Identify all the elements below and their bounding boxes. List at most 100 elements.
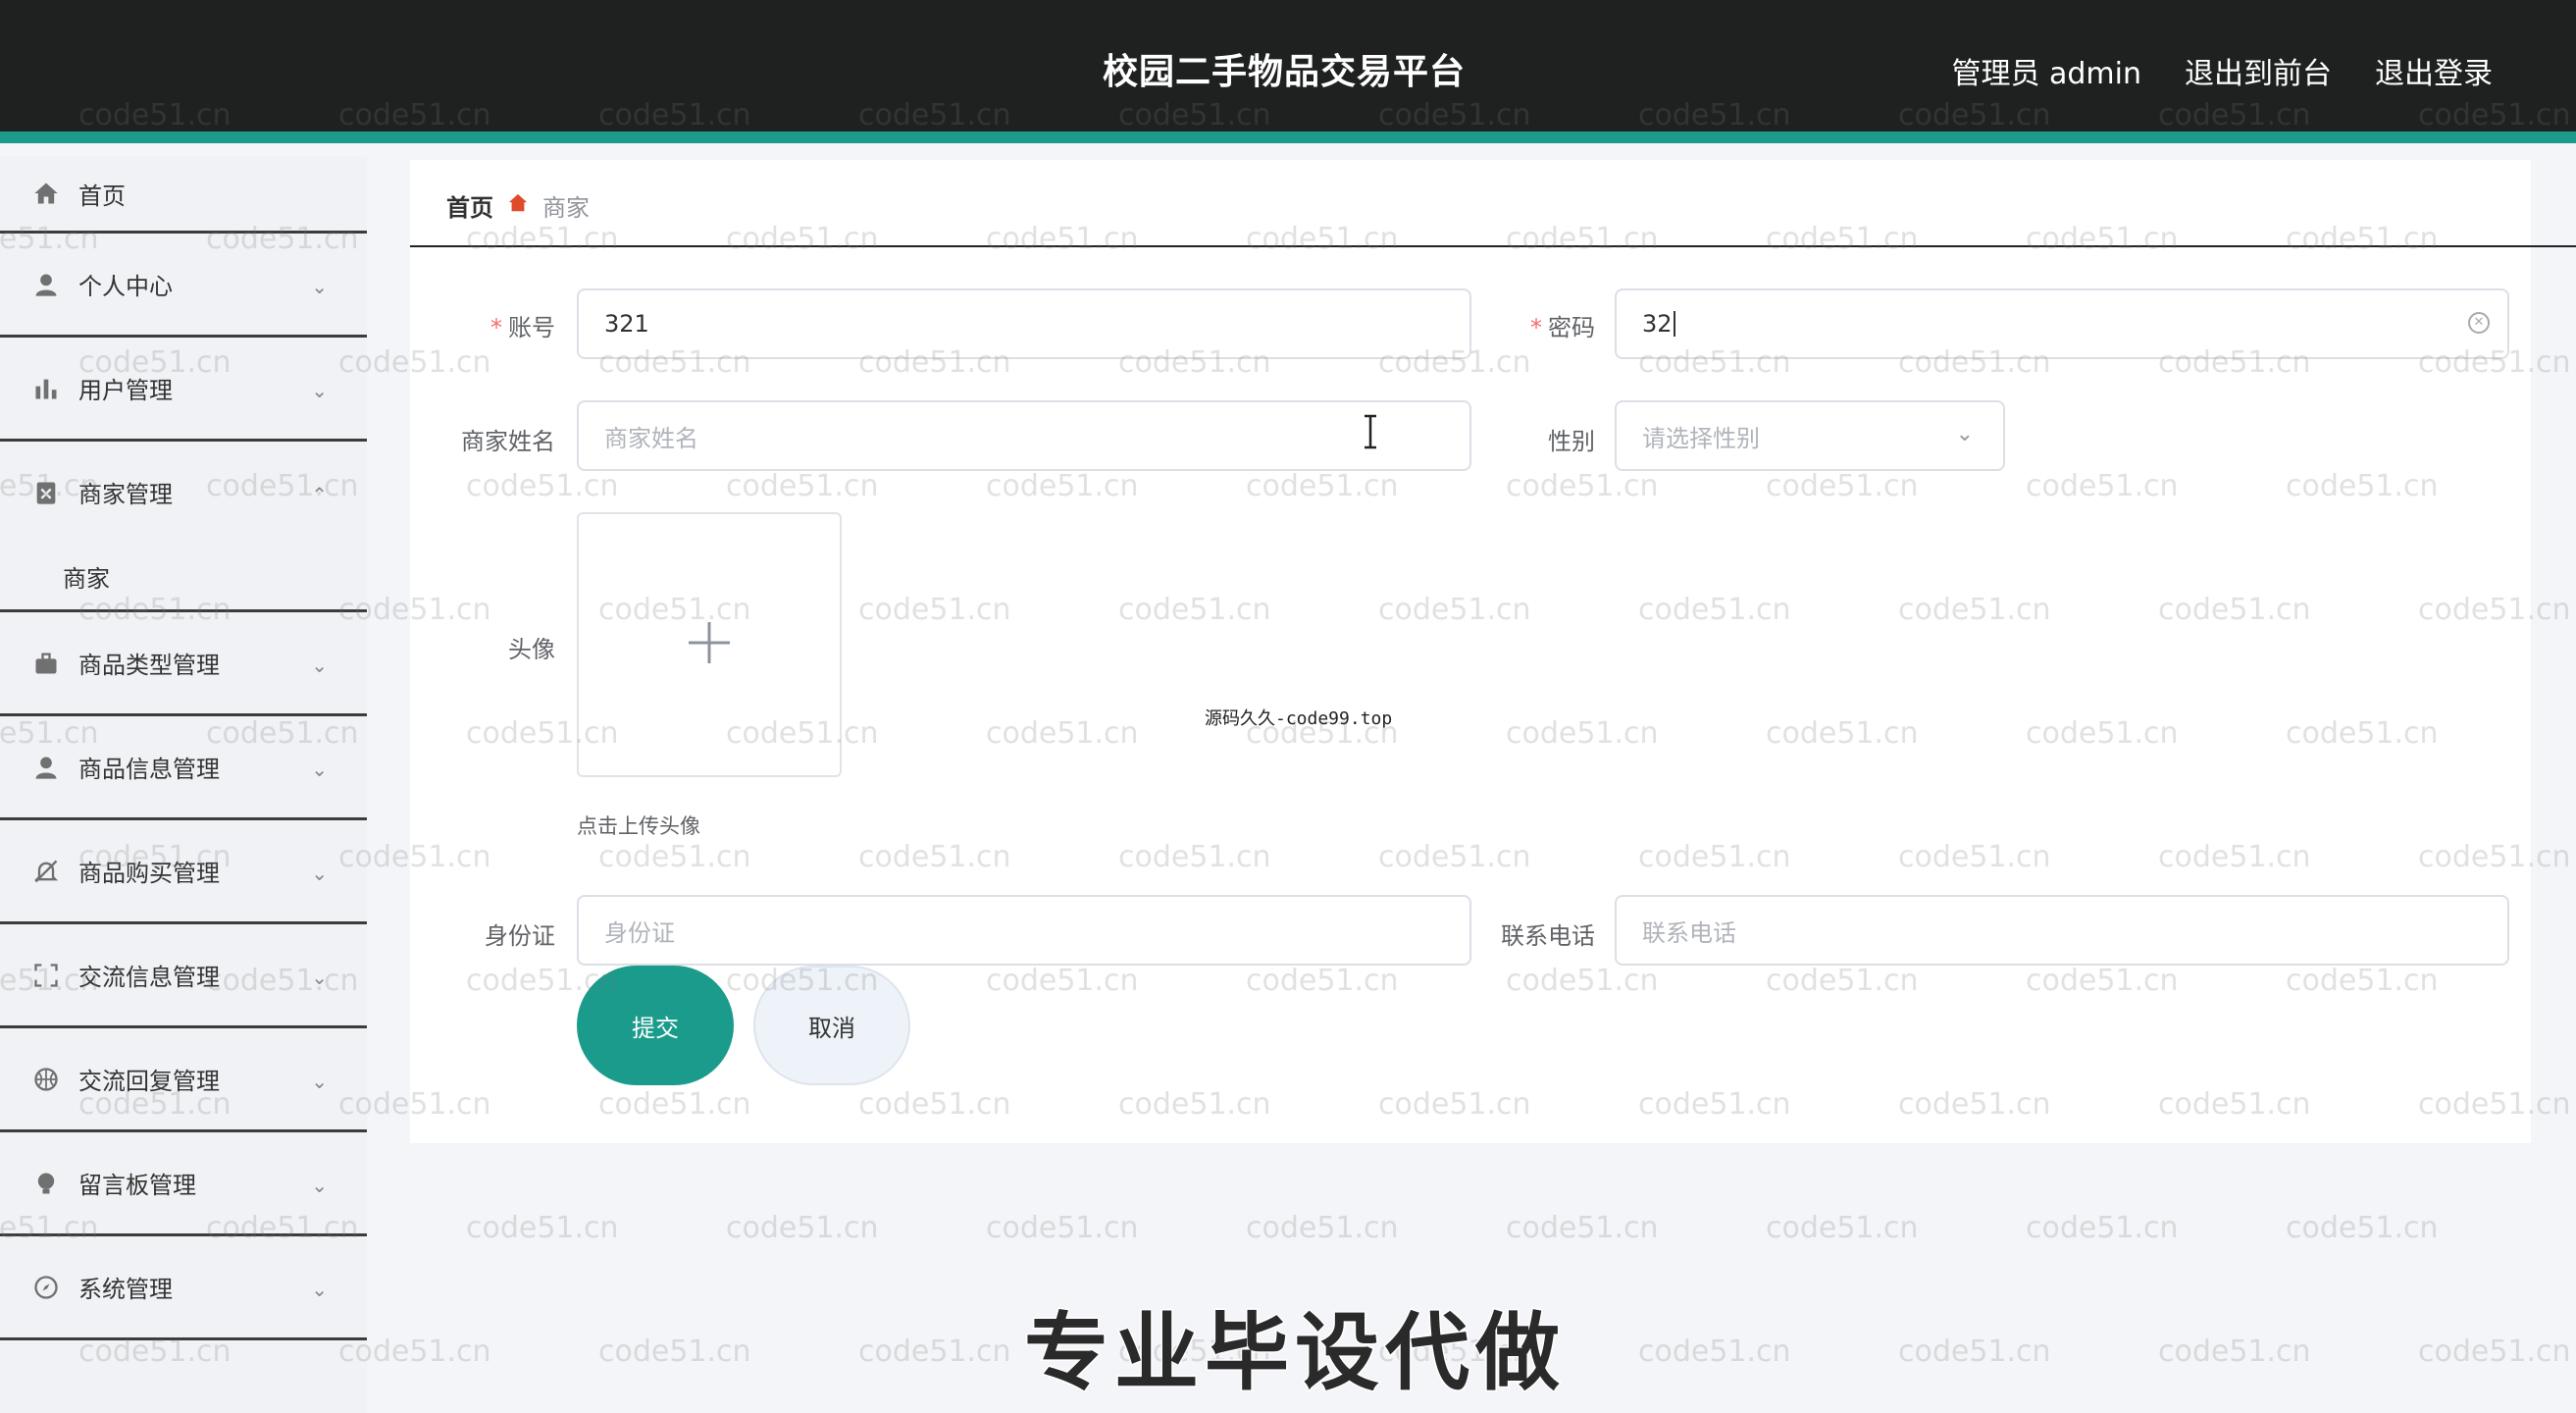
phone-label: 联系电话 bbox=[1501, 922, 1595, 950]
chevron-down-icon: ⌄ bbox=[311, 275, 328, 298]
fullscreen-icon bbox=[31, 961, 61, 990]
sidebar-item-label: 首页 bbox=[78, 182, 126, 210]
account-field[interactable]: 321 bbox=[577, 288, 1471, 359]
password-label: * 密码 bbox=[1530, 314, 1595, 341]
account-value: 321 bbox=[604, 310, 649, 338]
sidebar-item-system-management[interactable]: 系统管理 ⌄ bbox=[0, 1236, 367, 1340]
sidebar-item-label: 留言板管理 bbox=[78, 1172, 196, 1199]
sidebar-item-personal-center[interactable]: 个人中心 ⌄ bbox=[0, 234, 367, 338]
id-card-field[interactable]: 身份证 bbox=[577, 895, 1471, 966]
briefcase-icon bbox=[31, 649, 61, 678]
gender-select[interactable]: 请选择性别 ⌄ bbox=[1615, 400, 2005, 471]
watermark-text: code51.cn bbox=[1506, 1211, 1659, 1245]
watermark-text: code51.cn bbox=[2158, 1334, 2311, 1369]
chevron-down-icon: ⌄ bbox=[311, 1174, 328, 1197]
app-title: 校园二手物品交易平台 bbox=[1103, 52, 1467, 92]
id-card-placeholder: 身份证 bbox=[604, 918, 675, 947]
chevron-down-icon: ⌄ bbox=[311, 379, 328, 402]
house-icon bbox=[507, 192, 529, 220]
chevron-down-icon: ⌄ bbox=[311, 1070, 328, 1093]
sidebar-item-product-type-management[interactable]: 商品类型管理 ⌄ bbox=[0, 612, 367, 716]
sidebar-item-home[interactable]: 首页 bbox=[0, 156, 367, 234]
sidebar-item-label: 商品购买管理 bbox=[78, 860, 220, 887]
sidebar-item-label: 商家管理 bbox=[78, 481, 173, 508]
sidebar-item-label: 交流信息管理 bbox=[78, 964, 220, 991]
basketball-icon bbox=[31, 1065, 61, 1094]
gender-placeholder: 请选择性别 bbox=[1642, 424, 1760, 452]
watermark-text: code51.cn bbox=[858, 1334, 1011, 1369]
bulb-icon bbox=[31, 1169, 61, 1198]
exit-to-frontend-link[interactable]: 退出到前台 bbox=[2185, 49, 2332, 92]
bell-off-icon bbox=[31, 857, 61, 886]
logout-link[interactable]: 退出登录 bbox=[2375, 49, 2493, 92]
chevron-down-icon: ⌄ bbox=[311, 966, 328, 989]
text-cursor bbox=[1673, 311, 1675, 337]
merchant-name-label: 商家姓名 bbox=[461, 428, 555, 455]
compass-icon bbox=[31, 1273, 61, 1302]
phone-placeholder: 联系电话 bbox=[1642, 918, 1736, 947]
cancel-button[interactable]: 取消 bbox=[753, 966, 910, 1085]
submit-button[interactable]: 提交 bbox=[577, 966, 734, 1085]
sidebar-item-merchant-management[interactable]: 商家管理 ⌃ bbox=[0, 442, 367, 543]
top-bar: 校园二手物品交易平台 管理员 admin 退出到前台 退出登录 bbox=[0, 0, 2576, 143]
top-accent-bar bbox=[0, 131, 2576, 143]
sidebar-item-label: 用户管理 bbox=[78, 377, 173, 404]
user-icon bbox=[31, 753, 61, 782]
promo-banner: 专业毕设代做 bbox=[1023, 1303, 1566, 1404]
center-watermark: 源码久久-code99.top bbox=[1205, 708, 1393, 729]
breadcrumb-home[interactable]: 首页 bbox=[446, 188, 493, 223]
watermark-text: code51.cn bbox=[2026, 1211, 2179, 1245]
chevron-down-icon: ⌄ bbox=[311, 654, 328, 677]
phone-field[interactable]: 联系电话 bbox=[1615, 895, 2509, 966]
sidebar-item-label: 个人中心 bbox=[78, 273, 173, 300]
watermark-text: code51.cn bbox=[466, 1211, 619, 1245]
sidebar-item-user-management[interactable]: 用户管理 ⌄ bbox=[0, 338, 367, 442]
watermark-text: code51.cn bbox=[726, 1211, 879, 1245]
chevron-down-icon: ⌄ bbox=[1955, 422, 1974, 446]
watermark-text: code51.cn bbox=[1766, 1211, 1919, 1245]
admin-user-link[interactable]: 管理员 admin bbox=[1951, 49, 2141, 92]
plus-icon bbox=[687, 620, 732, 669]
sidebar-item-reply-management[interactable]: 交流回复管理 ⌄ bbox=[0, 1028, 367, 1132]
sidebar-item-label: 系统管理 bbox=[78, 1276, 173, 1303]
text-cursor-icon bbox=[1365, 414, 1376, 449]
password-value: 32 bbox=[1642, 310, 1673, 338]
watermark-text: code51.cn bbox=[2418, 1334, 2571, 1369]
merchant-name-field[interactable]: 商家姓名 bbox=[577, 400, 1471, 471]
clear-icon[interactable]: ✕ bbox=[2468, 312, 2490, 334]
watermark-text: code51.cn bbox=[986, 1211, 1139, 1245]
sidebar: 首页 个人中心 ⌄ 用户管理 ⌄ 商家管理 ⌃ 商家 商品类型管理 ⌄ 商品信息… bbox=[0, 156, 367, 1413]
sidebar-item-exchange-info-management[interactable]: 交流信息管理 ⌄ bbox=[0, 924, 367, 1028]
gender-label: 性别 bbox=[1548, 428, 1595, 455]
password-field[interactable]: 32 ✕ bbox=[1615, 288, 2509, 359]
chevron-down-icon: ⌄ bbox=[311, 758, 328, 781]
breadcrumb-current: 商家 bbox=[542, 194, 590, 222]
sidebar-item-label: 商品信息管理 bbox=[78, 756, 220, 783]
avatar-uploader[interactable] bbox=[577, 512, 842, 777]
watermark-text: code51.cn bbox=[598, 1334, 751, 1369]
watermark-text: code51.cn bbox=[2286, 1211, 2439, 1245]
top-links: 管理员 admin 退出到前台 退出登录 bbox=[1951, 49, 2493, 92]
watermark-text: code51.cn bbox=[1638, 1334, 1791, 1369]
avatar-label: 头像 bbox=[508, 636, 555, 663]
breadcrumb: 首页 商家 bbox=[446, 188, 590, 223]
sidebar-item-purchase-management[interactable]: 商品购买管理 ⌄ bbox=[0, 820, 367, 924]
home-icon bbox=[31, 179, 61, 208]
user-icon bbox=[31, 270, 61, 299]
sidebar-subitem-merchant[interactable]: 商家 bbox=[0, 543, 367, 612]
sidebar-item-product-info-management[interactable]: 商品信息管理 ⌄ bbox=[0, 716, 367, 820]
chevron-down-icon: ⌄ bbox=[311, 862, 328, 885]
avatar-upload-tip: 点击上传头像 bbox=[577, 814, 700, 838]
sidebar-item-message-board-management[interactable]: 留言板管理 ⌄ bbox=[0, 1132, 367, 1236]
chevron-down-icon: ⌄ bbox=[311, 1278, 328, 1301]
merchant-name-placeholder: 商家姓名 bbox=[604, 424, 698, 452]
id-card-label: 身份证 bbox=[485, 922, 555, 950]
watermark-text: code51.cn bbox=[1246, 1211, 1399, 1245]
sidebar-item-label: 交流回复管理 bbox=[78, 1068, 220, 1095]
account-label: * 账号 bbox=[490, 314, 555, 341]
watermark-text: code51.cn bbox=[1898, 1334, 2051, 1369]
breadcrumb-divider bbox=[410, 245, 2576, 247]
clipboard-icon bbox=[31, 478, 61, 507]
bar-chart-icon bbox=[31, 374, 61, 403]
chevron-up-icon: ⌃ bbox=[311, 483, 328, 506]
